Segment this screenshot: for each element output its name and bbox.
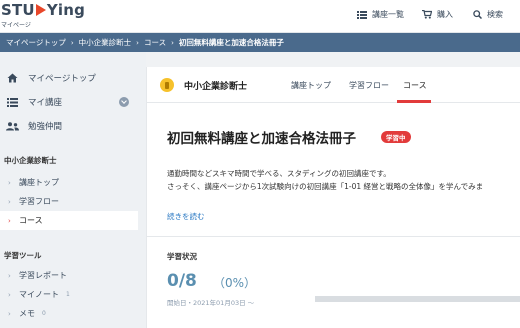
tab-course[interactable]: コース (403, 80, 427, 91)
memo-count: 0 (42, 310, 46, 317)
course-list-link[interactable]: 講座一覧 (357, 9, 404, 20)
tools-section-title: 学習ツール (4, 251, 42, 260)
chevron-right-icon: › (8, 271, 11, 280)
tools-sub-nav: › 学習レポート › マイノート 1 › メモ 0 (0, 266, 138, 323)
breadcrumb: マイページトップ › 中小企業診断士 › コース › 初回無料講座と加速合格法冊… (0, 33, 520, 52)
progress-count: 0/8 (167, 271, 197, 291)
logo-text-right: Ying (46, 1, 86, 19)
sidebar-item-study-friends[interactable]: 勉強仲間 (0, 114, 146, 138)
list-icon (357, 10, 367, 19)
course-tabs: 中小企業診断士 講座トップ 学習フロー コース (147, 67, 520, 103)
search-link[interactable]: 検索 (473, 9, 503, 20)
sidebar-main-nav: マイページトップ マイ講座 勉強仲間 (0, 66, 146, 138)
exam-sub-nav: › 講座トップ › 学習フロー › コース (0, 173, 138, 230)
play-logo-icon (35, 4, 46, 16)
cart-link[interactable]: 購入 (422, 9, 453, 20)
logo-subtitle: マイページ (1, 22, 31, 29)
chevron-down-icon[interactable] (119, 97, 129, 107)
chevron-right-icon: › (8, 216, 11, 225)
active-tab-indicator (397, 100, 431, 103)
sidebar-item-learning-flow[interactable]: › 学習フロー (0, 192, 138, 211)
chevron-right-icon: › (8, 178, 11, 187)
breadcrumb-item[interactable]: 中小企業診断士 (79, 37, 132, 48)
sidebar-item-mypage-top[interactable]: マイページトップ (0, 66, 146, 90)
divider (147, 236, 520, 237)
read-more-link[interactable]: 続きを読む (167, 211, 205, 222)
sidebar-item-label: メモ (19, 309, 35, 318)
sidebar-item-course[interactable]: › コース (0, 211, 138, 230)
sidebar-item-my-courses[interactable]: マイ講座 (0, 90, 146, 114)
sidebar-item-course-top[interactable]: › 講座トップ (0, 173, 138, 192)
home-icon (5, 73, 19, 83)
people-icon (5, 121, 19, 131)
top-header: STU Ying マイページ 講座一覧 購入 検索 (0, 0, 520, 33)
course-description-line: さっそく、講座ページから1次試験向けの初回講座「1-01 経営と戦略の全体像」を… (167, 182, 484, 191)
search-icon (473, 10, 482, 19)
sidebar-item-label: マイページトップ (28, 74, 96, 84)
sidebar-item-my-notes[interactable]: › マイノート 1 (0, 285, 138, 304)
status-badge: 学習中 (381, 131, 411, 143)
sidebar-item-label: 勉強仲間 (28, 122, 63, 132)
exam-icon (160, 78, 174, 92)
start-date: 開始日・2021年01月03日 〜 (167, 299, 255, 307)
tab-learning-flow[interactable]: 学習フロー (349, 80, 389, 91)
page-title: 初回無料講座と加速合格法冊子 (167, 131, 356, 147)
cart-icon (422, 10, 432, 19)
course-list-label: 講座一覧 (372, 10, 404, 19)
sidebar-item-label: 学習フロー (19, 197, 59, 206)
tab-course-top[interactable]: 講座トップ (291, 80, 331, 91)
sidebar-item-label: コース (19, 216, 43, 225)
search-label: 検索 (487, 10, 503, 19)
sidebar-item-label: 講座トップ (19, 178, 59, 187)
sidebar-item-memo[interactable]: › メモ 0 (0, 304, 138, 323)
progress-bar (315, 296, 520, 302)
list-icon (5, 97, 19, 107)
course-description-line: 通勤時間などスキマ時間で学べる、スタディングの初回講座です。 (167, 169, 391, 178)
breadcrumb-separator: › (70, 38, 74, 47)
breadcrumb-item[interactable]: コース (144, 37, 166, 48)
chevron-right-icon: › (8, 309, 11, 318)
logo-text-left: STU (1, 1, 35, 19)
progress-percent: （0%） (213, 276, 257, 290)
sidebar-item-label: 学習レポート (19, 271, 67, 280)
chevron-right-icon: › (8, 197, 11, 206)
sidebar-item-learning-report[interactable]: › 学習レポート (0, 266, 138, 285)
sidebar-item-label: マイノート (19, 290, 59, 299)
exam-name: 中小企業診断士 (184, 82, 248, 92)
breadcrumb-item[interactable]: マイページトップ (6, 37, 66, 48)
course-card: 中小企業診断士 講座トップ 学習フロー コース 初回無料講座と加速合格法冊子 学… (146, 67, 520, 328)
sidebar-item-label: マイ講座 (28, 98, 63, 108)
exam-section-title: 中小企業診断士 (4, 156, 57, 165)
learning-status-label: 学習状況 (167, 252, 197, 261)
notes-count: 1 (66, 291, 70, 298)
breadcrumb-separator: › (136, 38, 139, 47)
breadcrumb-separator: › (171, 38, 174, 47)
chevron-right-icon: › (8, 290, 11, 299)
cart-label: 購入 (437, 10, 453, 19)
breadcrumb-current: 初回無料講座と加速合格法冊子 (178, 38, 284, 47)
logo[interactable]: STU Ying (1, 1, 85, 19)
sidebar: マイページトップ マイ講座 勉強仲間 中小企業診断士 › 講座トップ › 学習フロー… (0, 52, 146, 328)
